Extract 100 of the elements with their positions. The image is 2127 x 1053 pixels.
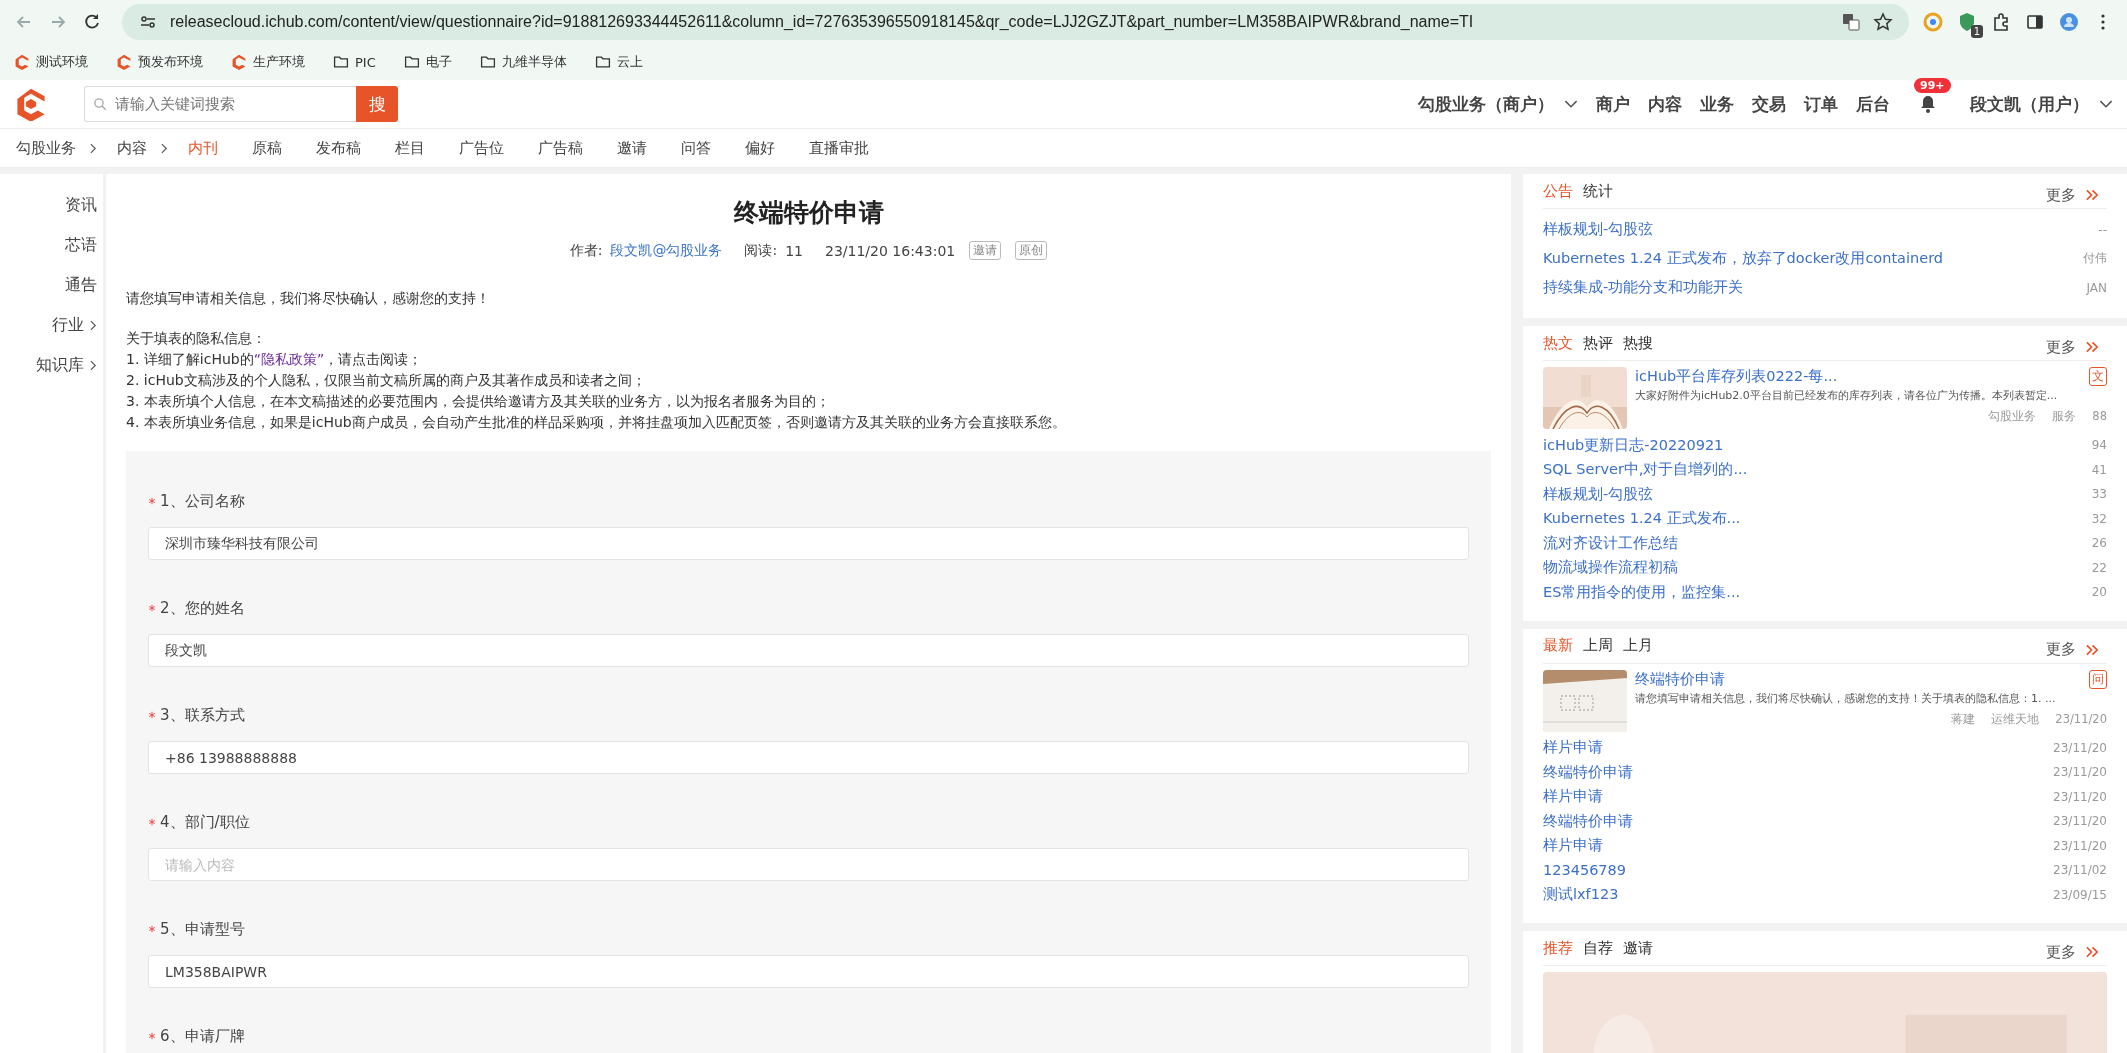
article-link[interactable]: 持续集成-功能分支和功能开关 (1543, 278, 1744, 297)
input-field[interactable]: LM358BAIPWR (148, 955, 1469, 988)
widget-tab[interactable]: 上周 (1583, 636, 1613, 655)
breadcrumb-link[interactable]: 勾股业务 (16, 138, 76, 158)
bookmark[interactable]: 电子 (403, 53, 452, 71)
nav-tab[interactable]: 广告位 (459, 138, 504, 158)
input-field[interactable]: 深圳市臻华科技有限公司 (148, 527, 1469, 560)
article-link[interactable]: 测试lxf123 (1543, 885, 1619, 905)
article-meta: 88 (2092, 409, 2107, 424)
article-link[interactable]: Kubernetes 1.24 正式发布... (1543, 509, 1741, 529)
article-link[interactable]: SQL Server中,对于自增列的... (1543, 460, 1748, 480)
sidebar-item[interactable]: 通告 (65, 274, 97, 296)
input-field[interactable]: 段文凯 (148, 634, 1469, 667)
bookmark[interactable]: 预发布环境 (116, 53, 203, 71)
nav-tab[interactable]: 内刊 (188, 138, 218, 158)
widget-tab[interactable]: 上月 (1623, 636, 1653, 655)
nav-link[interactable]: 订单 (1804, 92, 1838, 116)
bookmark[interactable]: PIC (333, 54, 376, 70)
article-meta: 94 (2091, 438, 2107, 453)
profile-avatar-icon[interactable] (2059, 12, 2079, 32)
nav-tab[interactable]: 问答 (681, 138, 711, 158)
widget-tab[interactable]: 自荐 (1583, 938, 1613, 958)
address-bar[interactable]: releasecloud.ichub.com/content/view/questionnaire?id=918812693344452611&column_id=727635396550918145&qr_code=LJJ2GZJT&part_number=LM358BAIPWR&brand_name=TI (122, 4, 1909, 40)
widget-tab[interactable]: 最新 (1543, 636, 1573, 655)
reads-label: 阅读: (744, 241, 778, 260)
author-link[interactable]: 段文凯@勾股业务 (610, 241, 723, 260)
puzzle-icon[interactable] (1991, 12, 2011, 32)
article-meta: 付伟 (2083, 250, 2107, 267)
star-icon[interactable] (1873, 12, 1893, 32)
article-meta: 服务 (2052, 409, 2077, 424)
article-link[interactable]: 终端特价申请 (1543, 762, 1633, 782)
article-meta: -- (2098, 222, 2107, 237)
nav-link[interactable]: 商户 (1596, 92, 1630, 116)
nav-link[interactable]: 业务 (1700, 92, 1734, 116)
double-chevron-icon[interactable] (2086, 643, 2099, 656)
article-meta: 23/11/20 (2053, 814, 2107, 829)
article-meta: 32 (2091, 511, 2107, 526)
widget-tab[interactable]: 公告 (1543, 181, 1573, 201)
widget-tab[interactable]: 热搜 (1623, 333, 1653, 353)
article-meta: 22 (2091, 560, 2107, 575)
nav-tab[interactable]: 原稿 (252, 138, 282, 158)
article-link[interactable]: Kubernetes 1.24 正式发布，放弃了docker改用containerd (1543, 249, 1944, 268)
business-switch[interactable]: 勾股业务（商户） (1418, 92, 1578, 116)
nav-tab[interactable]: 偏好 (745, 138, 775, 158)
article-link[interactable]: 流对齐设计工作总结 (1543, 533, 1678, 553)
input-field[interactable]: 请输入内容 (148, 848, 1469, 881)
widget-tab[interactable]: 热评 (1583, 333, 1613, 353)
nav-link[interactable]: 交易 (1752, 92, 1786, 116)
sidebar-item[interactable]: 芯语 (65, 234, 97, 256)
article-link[interactable]: 样片申请 (1543, 738, 1603, 758)
bookmark[interactable]: 云上 (594, 53, 643, 71)
article-link[interactable]: 物流域操作流程初稿 (1543, 558, 1678, 578)
article-link[interactable]: 样片申请 (1543, 836, 1603, 856)
shield-icon[interactable] (1957, 12, 1977, 32)
sidebar-item[interactable]: 行业 (52, 314, 97, 336)
more-link[interactable]: 更多 (2046, 337, 2076, 357)
article-link[interactable]: 样板规划-勾股弦 (1543, 484, 1654, 504)
article-tag: 邀请 (969, 241, 1002, 260)
article-summary: 请您填写申请相关信息，我们将尽快确认，感谢您的支持！关于填表的隐私信息：1. ... (1635, 690, 2057, 706)
nav-link[interactable]: 内容 (1648, 92, 1682, 116)
nav-tab[interactable]: 直播审批 (809, 138, 869, 158)
article-link[interactable]: 样板规划-勾股弦 (1543, 220, 1654, 239)
nav-tab[interactable]: 发布稿 (316, 138, 361, 158)
bookmark[interactable]: 生产环境 (231, 53, 305, 71)
article-link[interactable]: 123456789 (1543, 862, 1627, 879)
double-chevron-icon[interactable] (2086, 189, 2099, 201)
bookmark[interactable]: 九维半导体 (479, 53, 567, 71)
article-link[interactable]: icHub更新日志-20220921 (1543, 435, 1724, 455)
bookmark[interactable]: 测试环境 (14, 53, 88, 71)
widget-tab[interactable]: 邀请 (1623, 938, 1653, 958)
breadcrumb-link[interactable]: 内容 (117, 138, 147, 158)
widget-tab[interactable]: 热文 (1543, 333, 1573, 353)
nav-link[interactable]: 后台 (1856, 92, 1890, 116)
intro-text: 请您填写申请相关信息，我们将尽快确认，感谢您的支持！ (126, 290, 491, 308)
widget-tab[interactable]: 推荐 (1543, 938, 1573, 958)
more-link[interactable]: 更多 (2046, 942, 2076, 962)
nav-tab[interactable]: 邀请 (617, 138, 647, 158)
sidebar-item[interactable]: 知识库 (36, 354, 97, 376)
more-link[interactable]: 更多 (2046, 640, 2076, 659)
double-chevron-icon[interactable] (2086, 946, 2099, 958)
input-field[interactable]: +86 13988888888 (148, 741, 1469, 774)
article-link[interactable]: 样片申请 (1543, 787, 1603, 807)
sidebar-item[interactable]: 资讯 (65, 194, 97, 216)
logo-icon[interactable] (14, 87, 48, 121)
privacy-policy-link[interactable]: “隐私政策” (253, 351, 325, 367)
article-link[interactable]: icHub平台库存列表0222-每... (1635, 367, 1838, 386)
search-button[interactable]: 搜 (356, 86, 398, 122)
widget-tab[interactable]: 统计 (1583, 181, 1613, 201)
article-link[interactable]: 终端特价申请 (1635, 669, 1725, 689)
sidebar-icon[interactable] (2025, 12, 2045, 32)
more-link[interactable]: 更多 (2046, 185, 2076, 205)
search-field[interactable]: 请输入关键词搜索 (84, 86, 356, 122)
double-chevron-icon[interactable] (2086, 341, 2099, 353)
article-link[interactable]: 终端特价申请 (1543, 811, 1633, 831)
article-link[interactable]: ES常用指令的使用，监控集... (1543, 582, 1741, 602)
nav-tab[interactable]: 广告稿 (538, 138, 583, 158)
translate-icon[interactable] (1841, 12, 1861, 32)
type-badge: 文 (2089, 367, 2107, 386)
user-menu[interactable]: 段文凯（用户） (1970, 92, 2113, 116)
nav-tab[interactable]: 栏目 (395, 138, 425, 158)
